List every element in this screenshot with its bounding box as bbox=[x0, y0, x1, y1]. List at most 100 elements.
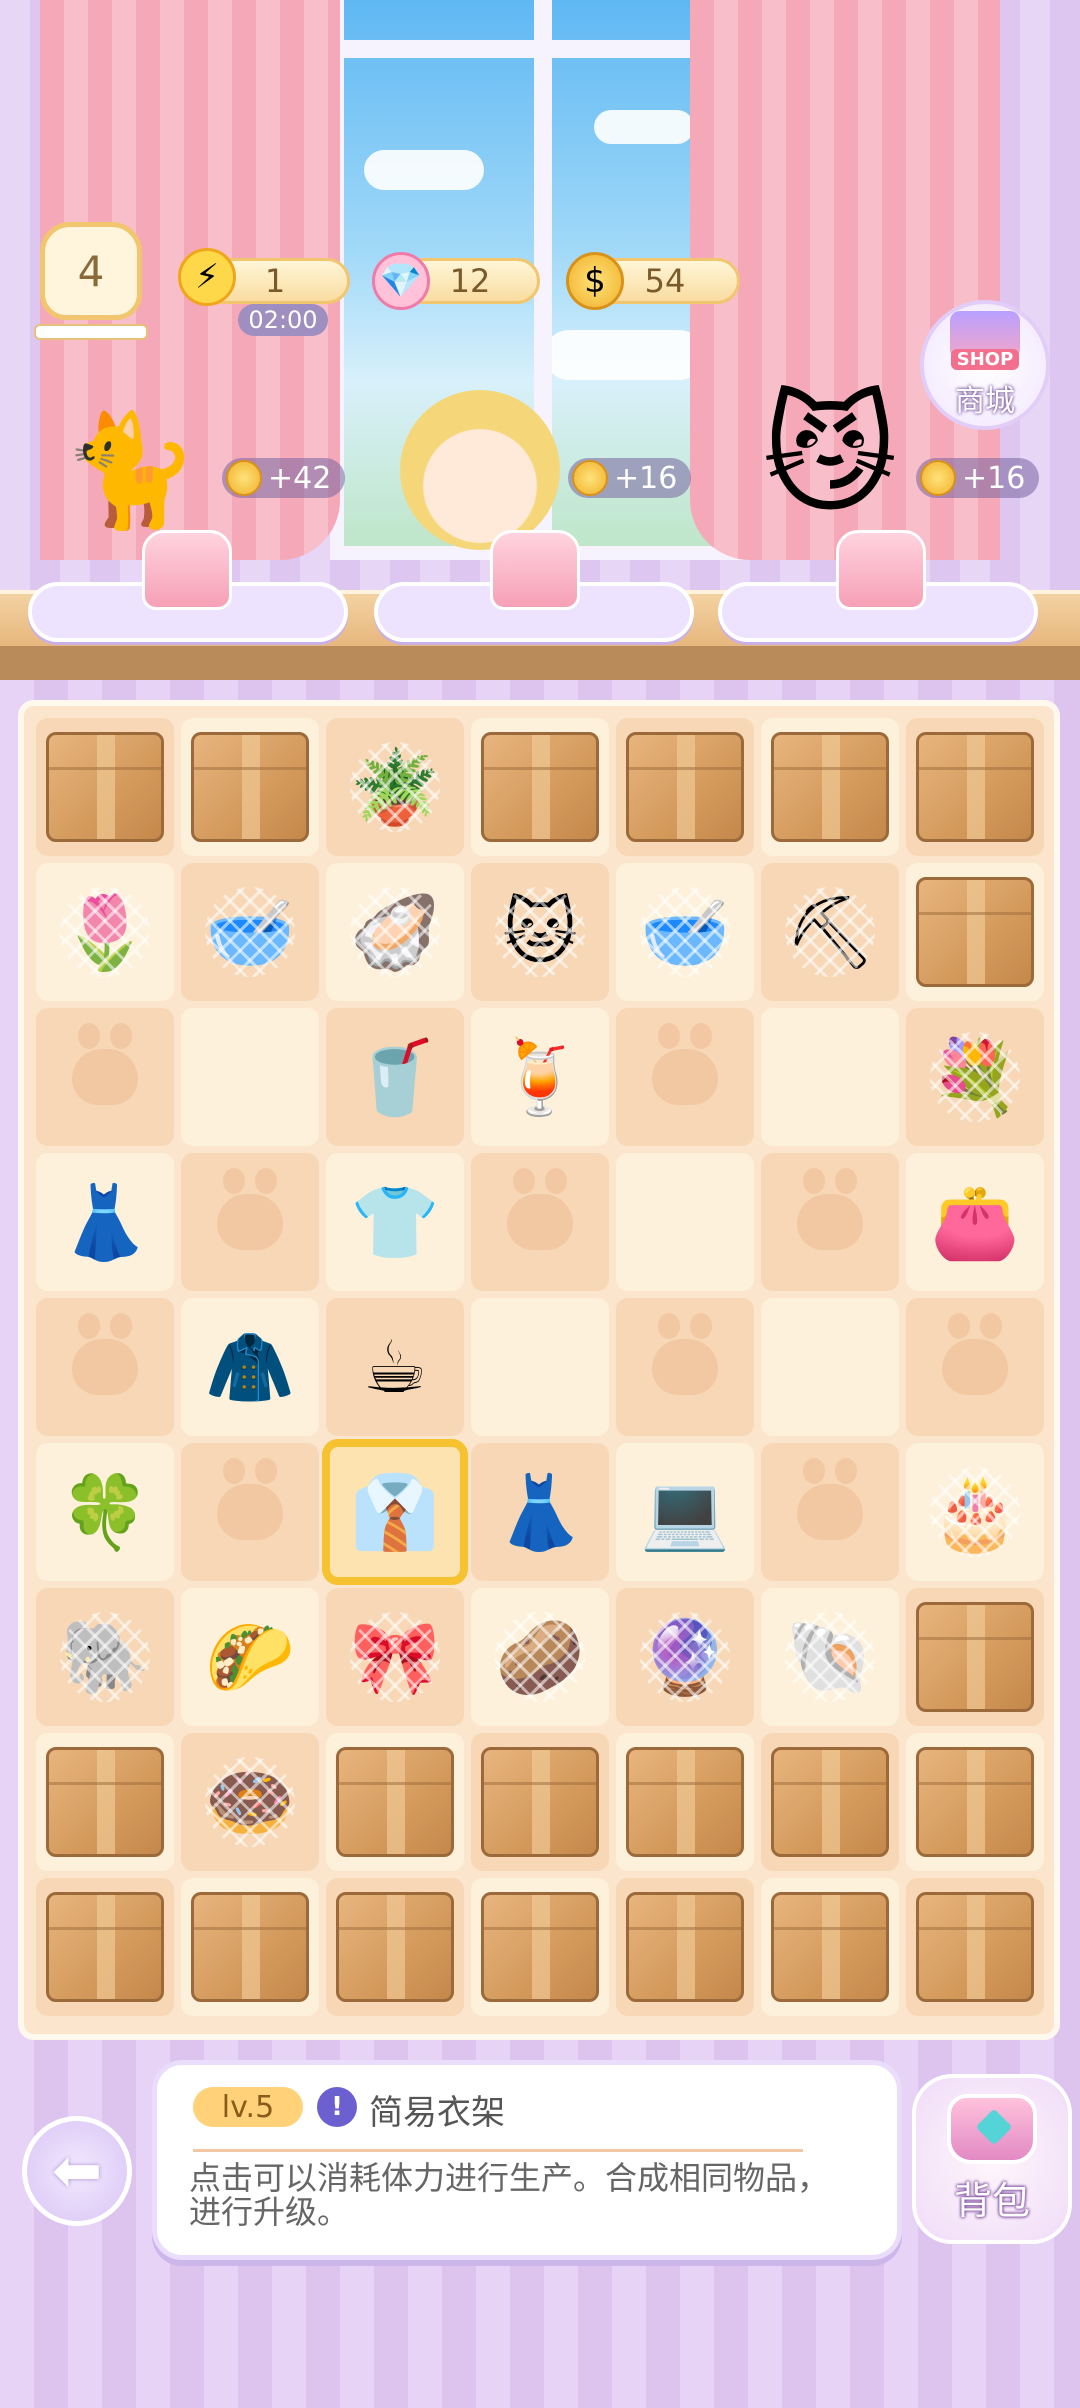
board-cell[interactable] bbox=[761, 718, 899, 856]
player-level-value: 4 bbox=[77, 246, 105, 296]
board-cell[interactable]: 🥔 bbox=[471, 1588, 609, 1726]
board-cell[interactable]: 👛 bbox=[906, 1153, 1044, 1291]
paw-print-icon bbox=[942, 1313, 1008, 1395]
board-cell[interactable] bbox=[906, 1298, 1044, 1436]
tea-cup-icon: ☕ bbox=[362, 1325, 428, 1409]
lilac-coat-icon: 🧥 bbox=[205, 1325, 295, 1409]
computer-icon: 💻 bbox=[640, 1470, 730, 1554]
cardboard-box-icon bbox=[626, 1747, 744, 1857]
board-cell[interactable] bbox=[906, 1588, 1044, 1726]
board-cell[interactable] bbox=[471, 718, 609, 856]
board-cell[interactable] bbox=[616, 1298, 754, 1436]
cat-taco-icon: 🌮 bbox=[205, 1615, 295, 1699]
sill-shadow bbox=[0, 646, 1080, 680]
board-cell[interactable] bbox=[906, 718, 1044, 856]
board-cell[interactable] bbox=[36, 1733, 174, 1871]
player-level-badge[interactable]: 4 bbox=[40, 222, 142, 320]
board-cell[interactable] bbox=[761, 1153, 899, 1291]
coin-value: 54 bbox=[644, 262, 686, 300]
board-cell[interactable]: 🌷 bbox=[36, 863, 174, 1001]
board-cell[interactable]: 🥤 bbox=[326, 1008, 464, 1146]
info-icon[interactable]: ! bbox=[317, 2087, 357, 2127]
board-cell[interactable]: 🪴 bbox=[326, 718, 464, 856]
board-cell[interactable] bbox=[36, 718, 174, 856]
reward-value-3: +16 bbox=[962, 460, 1026, 496]
board-cell[interactable]: 👗 bbox=[471, 1443, 609, 1581]
board-cell[interactable] bbox=[761, 1443, 899, 1581]
board-cell[interactable] bbox=[761, 1878, 899, 2016]
board-cell[interactable]: 💻 bbox=[616, 1443, 754, 1581]
board-cell[interactable]: 🍩 bbox=[181, 1733, 319, 1871]
board-cell[interactable] bbox=[36, 1298, 174, 1436]
board-cell[interactable] bbox=[616, 1878, 754, 2016]
board-cell[interactable]: 🐘 bbox=[36, 1588, 174, 1726]
board-cell[interactable]: 💐 bbox=[906, 1008, 1044, 1146]
board-cell[interactable] bbox=[36, 1008, 174, 1146]
board-cell[interactable]: 🍹 bbox=[471, 1008, 609, 1146]
board-cell[interactable] bbox=[326, 1878, 464, 2016]
board-cell[interactable] bbox=[326, 1733, 464, 1871]
board-cell[interactable]: 🎂 bbox=[906, 1443, 1044, 1581]
board-cell[interactable] bbox=[181, 1153, 319, 1291]
board-cell[interactable]: ☕ bbox=[326, 1298, 464, 1436]
reward-badge-1: +42 bbox=[222, 458, 346, 498]
cardboard-box-icon bbox=[481, 732, 599, 842]
board-cell[interactable] bbox=[616, 1153, 754, 1291]
lightning-icon: ⚡ bbox=[178, 248, 236, 306]
cardboard-box-icon bbox=[191, 1892, 309, 2002]
board-cell[interactable] bbox=[616, 1008, 754, 1146]
board-cell[interactable] bbox=[36, 1878, 174, 2016]
bread-ring-icon: 🍩 bbox=[205, 1760, 295, 1844]
board-cell[interactable] bbox=[471, 1298, 609, 1436]
clothes-rack-icon: 👔 bbox=[350, 1470, 440, 1554]
item-level-badge: lv.5 bbox=[193, 2087, 303, 2127]
teal-bowl-icon: 🥣 bbox=[640, 890, 730, 974]
board-cell[interactable]: 🎀 bbox=[326, 1588, 464, 1726]
board-cell[interactable]: 🔮 bbox=[616, 1588, 754, 1726]
board-cell[interactable] bbox=[471, 1153, 609, 1291]
paw-print-icon bbox=[217, 1168, 283, 1250]
board-cell[interactable]: 🐚 bbox=[761, 1588, 899, 1726]
cardboard-box-icon bbox=[336, 1892, 454, 2002]
shop-label: 商城 bbox=[955, 383, 1015, 419]
cardboard-box-icon bbox=[46, 1892, 164, 2002]
selected-board-cell[interactable]: 👔 bbox=[322, 1439, 468, 1585]
cardboard-box-icon bbox=[626, 1892, 744, 2002]
board-cell[interactable]: 🍀 bbox=[36, 1443, 174, 1581]
pink-gem-icon: 💎 bbox=[372, 252, 430, 310]
board-cell[interactable] bbox=[181, 718, 319, 856]
board-cell[interactable]: 🥣 bbox=[181, 863, 319, 1001]
grey-cat-icon: 🐱 bbox=[502, 890, 578, 974]
shop-button[interactable]: SHOP 商城 bbox=[920, 300, 1050, 430]
board-cell[interactable]: ⛏ bbox=[761, 863, 899, 1001]
board-cell[interactable]: 🦪 bbox=[326, 863, 464, 1001]
board-cell[interactable] bbox=[761, 1008, 899, 1146]
back-button[interactable]: ⬅ bbox=[22, 2116, 132, 2226]
board-cell[interactable] bbox=[906, 1733, 1044, 1871]
bag-button[interactable]: 背包 bbox=[912, 2074, 1072, 2244]
board-cell[interactable] bbox=[906, 863, 1044, 1001]
board-cell[interactable] bbox=[906, 1878, 1044, 2016]
board-cell[interactable] bbox=[181, 1878, 319, 2016]
blond-boy-icon bbox=[400, 390, 560, 550]
board-cell[interactable] bbox=[181, 1008, 319, 1146]
board-cell[interactable]: 🌮 bbox=[181, 1588, 319, 1726]
pink-purse-icon: 👛 bbox=[930, 1180, 1020, 1264]
board-cell[interactable] bbox=[616, 718, 754, 856]
board-cell[interactable] bbox=[761, 1298, 899, 1436]
board-cell[interactable]: 👕 bbox=[326, 1153, 464, 1291]
board-cell[interactable]: 👗 bbox=[36, 1153, 174, 1291]
board-cell[interactable] bbox=[471, 1733, 609, 1871]
board-cell[interactable]: 🐱 bbox=[471, 863, 609, 1001]
cardboard-box-icon bbox=[771, 1892, 889, 2002]
cardboard-box-icon bbox=[46, 732, 164, 842]
board-cell[interactable] bbox=[616, 1733, 754, 1871]
cardboard-box-icon bbox=[626, 732, 744, 842]
white-dress-icon: 👗 bbox=[495, 1470, 585, 1554]
paw-print-icon bbox=[797, 1168, 863, 1250]
board-cell[interactable] bbox=[181, 1443, 319, 1581]
board-cell[interactable]: 🧥 bbox=[181, 1298, 319, 1436]
board-cell[interactable] bbox=[471, 1878, 609, 2016]
board-cell[interactable]: 🥣 bbox=[616, 863, 754, 1001]
board-cell[interactable] bbox=[761, 1733, 899, 1871]
